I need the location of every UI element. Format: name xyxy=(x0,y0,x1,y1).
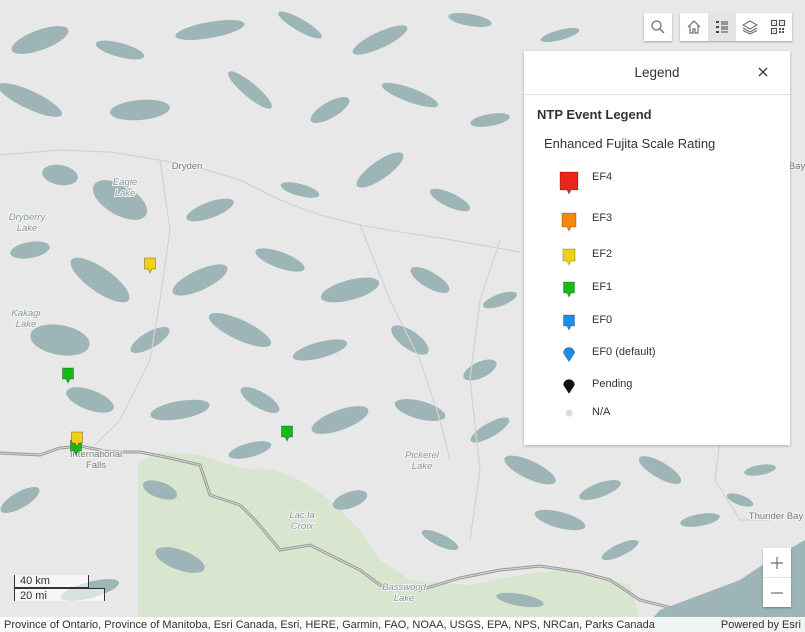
scale-km: 40 km xyxy=(14,575,89,588)
legend-item-ef2: EF2 xyxy=(524,246,790,270)
legend-item-label: Pending xyxy=(592,378,633,390)
legend-item-pending: Pending xyxy=(524,376,790,400)
legend-swatch xyxy=(565,409,573,417)
minus-icon xyxy=(771,591,783,594)
legend-header: Legend xyxy=(524,51,790,95)
legend-item-label: EF4 xyxy=(592,171,613,183)
map-label-eagle-lake: Eagle Lake xyxy=(113,177,137,199)
legend-panel: Legend NTP Event Legend Enhanced Fujita … xyxy=(524,51,790,445)
zoom-control xyxy=(763,548,791,607)
qr-code-icon xyxy=(770,19,786,35)
legend-item-label: N/A xyxy=(592,406,611,418)
legend-item-label: EF3 xyxy=(592,212,613,224)
legend-swatch xyxy=(563,379,575,395)
legend-item-ef0-default: EF0 (default) xyxy=(524,344,790,368)
home-button[interactable] xyxy=(680,13,708,41)
layers-icon xyxy=(742,20,758,35)
zoom-out-button[interactable] xyxy=(763,577,791,607)
map-label-dryden: Dryden xyxy=(172,161,203,172)
plus-icon xyxy=(771,556,783,569)
legend-item-label: EF0 xyxy=(592,314,613,326)
map-label-thunder-bay: Thunder Bay xyxy=(749,511,804,522)
powered-by-esri[interactable]: Powered by Esri xyxy=(721,619,801,631)
map-label-bay: Bay xyxy=(789,161,805,172)
scale-mi: 20 mi xyxy=(14,588,105,602)
legend-item-label: EF0 (default) xyxy=(592,346,656,358)
legend-swatch xyxy=(561,212,577,232)
layers-button[interactable] xyxy=(736,13,764,41)
zoom-in-button[interactable] xyxy=(763,548,791,577)
legend-button[interactable] xyxy=(708,13,736,41)
legend-swatch xyxy=(563,347,575,363)
legend-item-ef3: EF3 xyxy=(524,210,790,234)
attribution-sources: Province of Ontario, Province of Manitob… xyxy=(4,618,655,631)
legend-list-icon xyxy=(716,21,728,33)
legend-item-label: EF1 xyxy=(592,281,613,293)
attribution-bar: Province of Ontario, Province of Manitob… xyxy=(0,617,805,632)
widget-group xyxy=(680,13,792,41)
legend-item-ef0: EF0 xyxy=(524,312,790,336)
search-icon xyxy=(651,20,665,34)
legend-item-ef1: EF1 xyxy=(524,279,790,303)
search-group xyxy=(644,13,672,41)
qr-code-button[interactable] xyxy=(764,13,792,41)
close-icon xyxy=(758,67,768,77)
legend-swatch xyxy=(563,281,575,298)
map-label-lac-la-croix: Lac la Croix xyxy=(289,510,314,532)
legend-item-ef4: EF4 xyxy=(524,169,790,195)
legend-swatch xyxy=(563,314,575,331)
map-toolbar xyxy=(644,13,792,41)
legend-field-title: Enhanced Fujita Scale Rating xyxy=(544,136,716,151)
legend-layer-title: NTP Event Legend xyxy=(537,107,652,122)
legend-item-n-a: N/A xyxy=(524,404,790,428)
legend-title: Legend xyxy=(634,65,680,80)
legend-swatch xyxy=(562,248,576,266)
home-icon xyxy=(687,20,701,34)
legend-close-button[interactable] xyxy=(754,63,772,81)
legend-swatch xyxy=(559,171,579,195)
legend-item-label: EF2 xyxy=(592,248,613,260)
search-button[interactable] xyxy=(644,13,672,41)
